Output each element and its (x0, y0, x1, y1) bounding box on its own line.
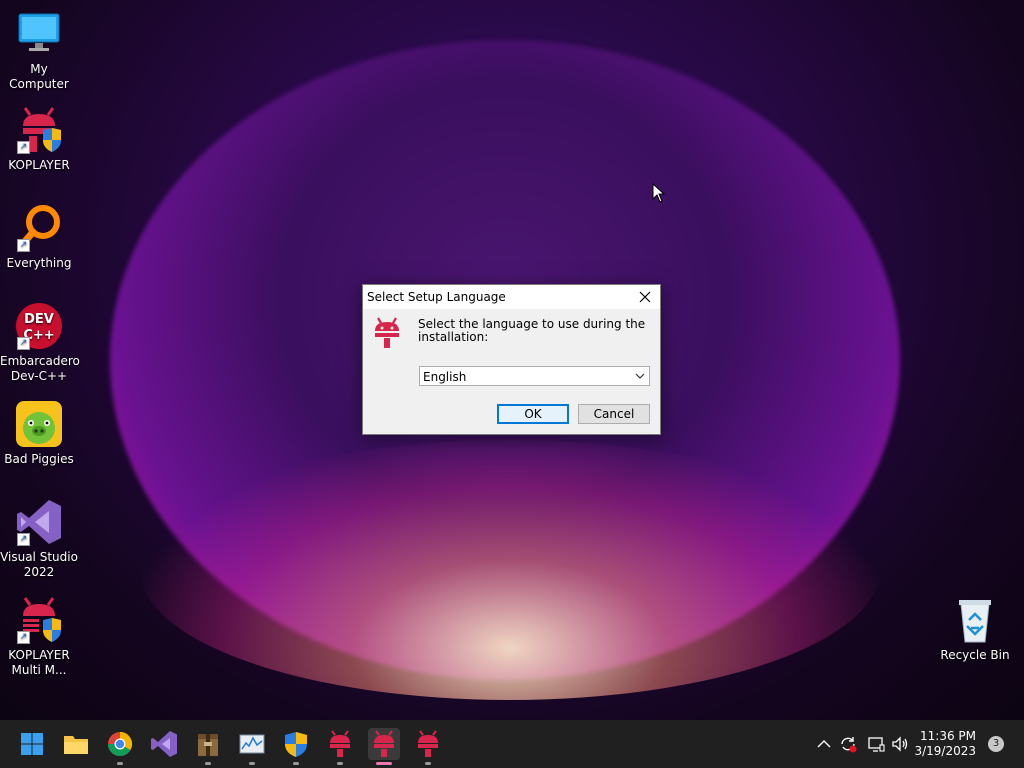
dialog-titlebar[interactable]: Select Setup Language (363, 285, 660, 309)
shortcut-arrow-icon: ↗ (17, 631, 30, 644)
clock-time: 11:36 PM (920, 729, 976, 743)
close-button[interactable] (636, 288, 654, 306)
shortcut-arrow-icon: ↗ (17, 533, 30, 546)
windows-start-icon (21, 733, 43, 755)
taskbar-koplayer-1[interactable] (324, 728, 356, 765)
desktop-icon-devcpp[interactable]: DEV C++ ↗ Embarcadero Dev-C++ (0, 302, 80, 384)
uac-shield-icon (285, 732, 307, 757)
desktop-icon-bad-piggies[interactable]: Bad Piggies (0, 400, 78, 467)
desktop-icon-label: Recycle Bin (940, 648, 1010, 662)
sync-tray-button[interactable] (838, 734, 858, 754)
running-indicator (425, 762, 431, 765)
shortcut-arrow-icon: ↗ (17, 337, 30, 350)
sync-icon (841, 737, 857, 753)
koplayer-icon: ↗ (15, 106, 63, 154)
show-hidden-icons-button[interactable] (814, 734, 834, 754)
desktop-icon-koplayer[interactable]: ↗ KOPLAYER (0, 106, 78, 173)
monitor-icon (15, 10, 63, 58)
desktop-icon-label: KOPLAYER (8, 158, 70, 172)
clock-date: 3/19/2023 (914, 744, 976, 758)
volume-tray-button[interactable] (890, 734, 910, 754)
chevron-up-icon (817, 740, 831, 748)
taskbar-security[interactable] (280, 728, 312, 765)
performance-monitor-icon (239, 734, 265, 754)
taskbar-clock[interactable]: 11:36 PM 3/19/2023 (914, 729, 976, 759)
taskbar-performance-monitor[interactable] (236, 728, 268, 765)
desktop-icon-recycle-bin[interactable]: Recycle Bin (936, 596, 1014, 663)
taskbar: 11:36 PM 3/19/2023 3 (0, 720, 1024, 768)
archive-icon (198, 734, 218, 756)
desktop-icon-koplayer-multi[interactable]: ↗ KOPLAYER Multi M... (0, 596, 78, 678)
desktop-icon-label: Bad Piggies (4, 452, 74, 466)
close-icon (639, 291, 651, 303)
desktop-icon-label: Everything (6, 256, 72, 270)
notification-badge[interactable]: 3 (988, 736, 1004, 752)
mouse-cursor-icon (652, 182, 666, 206)
desktop-icon-label: My Computer (9, 62, 69, 91)
koplayer-multi-icon: ↗ (15, 596, 63, 644)
taskbar-chrome[interactable] (104, 728, 136, 765)
desktop-icon-label: KOPLAYER Multi M... (8, 648, 70, 677)
running-indicator (205, 762, 211, 765)
koplayer-icon (371, 317, 403, 349)
magnifier-icon: ↗ (15, 204, 63, 252)
volume-icon (892, 736, 908, 752)
ok-button[interactable]: OK (497, 404, 569, 424)
taskbar-koplayer-3[interactable] (412, 728, 444, 765)
language-select-value: English (423, 370, 467, 384)
chrome-icon (107, 732, 133, 757)
active-indicator (376, 762, 392, 765)
desktop-icon-visual-studio[interactable]: ↗ Visual Studio 2022 (0, 498, 78, 580)
folder-icon (64, 736, 88, 754)
visual-studio-icon (151, 731, 177, 757)
taskbar-archive[interactable] (192, 728, 224, 765)
desktop-icon-everything[interactable]: ↗ Everything (0, 204, 78, 271)
taskbar-visual-studio[interactable] (148, 728, 180, 760)
taskbar-koplayer-2[interactable] (368, 728, 400, 765)
running-indicator (293, 762, 299, 765)
shortcut-arrow-icon: ↗ (17, 239, 30, 252)
running-indicator (337, 762, 343, 765)
running-indicator (249, 762, 255, 765)
running-indicator (117, 762, 123, 765)
dialog-message: Select the language to use during the in… (418, 317, 646, 344)
koplayer-icon (330, 730, 350, 757)
taskbar-file-explorer[interactable] (60, 728, 92, 760)
network-tray-button[interactable] (866, 734, 886, 754)
koplayer-icon (374, 730, 394, 757)
chevron-down-icon (635, 373, 645, 379)
start-button[interactable] (16, 728, 48, 760)
setup-language-dialog: Select Setup Language Select the languag… (362, 284, 661, 435)
desktop-icon-my-computer[interactable]: My Computer (0, 10, 78, 92)
cancel-button[interactable]: Cancel (578, 404, 650, 424)
network-icon (868, 737, 885, 752)
devcpp-icon: DEV C++ ↗ (15, 302, 63, 350)
wallpaper-rim (140, 440, 880, 700)
desktop-icon-label: Embarcadero Dev-C++ (0, 354, 80, 383)
devcpp-logo-text: DEV (24, 312, 54, 327)
recycle-bin-icon (951, 596, 999, 644)
visual-studio-icon: ↗ (15, 498, 63, 546)
shortcut-arrow-icon: ↗ (17, 141, 30, 154)
dialog-title: Select Setup Language (367, 290, 506, 304)
koplayer-icon (418, 730, 438, 757)
bad-piggies-icon (15, 400, 63, 448)
language-select[interactable]: English (419, 366, 650, 386)
desktop-icon-label: Visual Studio 2022 (0, 550, 78, 579)
